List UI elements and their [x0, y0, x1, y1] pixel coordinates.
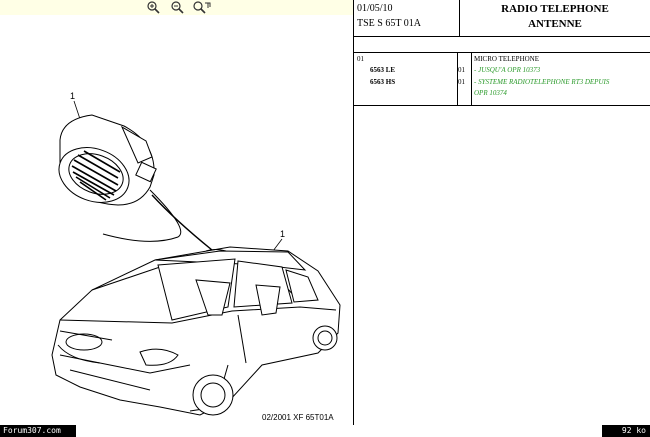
- diagram-panel: 1 1 02/2001 XF 65T01A: [0, 0, 354, 437]
- callout-microphone: 1: [70, 91, 75, 101]
- part-ref[interactable]: 6563 HS: [370, 78, 395, 86]
- car-exploded-diagram: 1 1: [51, 91, 341, 416]
- zoom-out-icon[interactable]: [168, 0, 186, 15]
- footer-bar: Forum307.com 92 ko: [0, 425, 650, 437]
- document-reference: TSE S 65T 01A: [357, 18, 421, 29]
- document-header: 01/05/10 TSE S 65T 01A RADIO TELEPHONE A…: [354, 0, 650, 37]
- part-description-continuation: OPR 10374: [474, 89, 507, 97]
- callout-car: 1: [280, 229, 285, 239]
- microphone-part: [58, 114, 157, 206]
- part-description: - JUSQU'A OPR 10373: [474, 66, 541, 74]
- part-qty: 01: [458, 66, 465, 74]
- group-label: MICRO TELEPHONE: [474, 55, 540, 63]
- part-ref[interactable]: 6563 LE: [370, 66, 395, 74]
- part-description: - SYSTEME RADIOTELEPHONE RT3 DEPUIS: [474, 78, 610, 86]
- car-illustration: [51, 246, 341, 416]
- parts-panel: 01/05/10 TSE S 65T 01A RADIO TELEPHONE A…: [354, 0, 650, 437]
- file-size: 92 ko: [602, 425, 650, 437]
- part-qty: 01: [458, 78, 465, 86]
- zoom-in-icon[interactable]: [144, 0, 162, 15]
- figure-code: 02/2001 XF 65T01A: [262, 413, 334, 422]
- section-title: RADIO TELEPHONE: [501, 3, 609, 15]
- site-brand: Forum307.com: [0, 425, 76, 437]
- parts-table: 01 MICRO TELEPHONE 6563 LE 01 - JUSQU'A …: [354, 52, 650, 106]
- zoom-toolbar: [0, 0, 353, 15]
- document-date: 01/05/10: [357, 3, 393, 14]
- section-subtitle: ANTENNE: [528, 18, 582, 30]
- group-code: 01: [357, 55, 364, 63]
- zoom-fit-icon[interactable]: [190, 0, 212, 15]
